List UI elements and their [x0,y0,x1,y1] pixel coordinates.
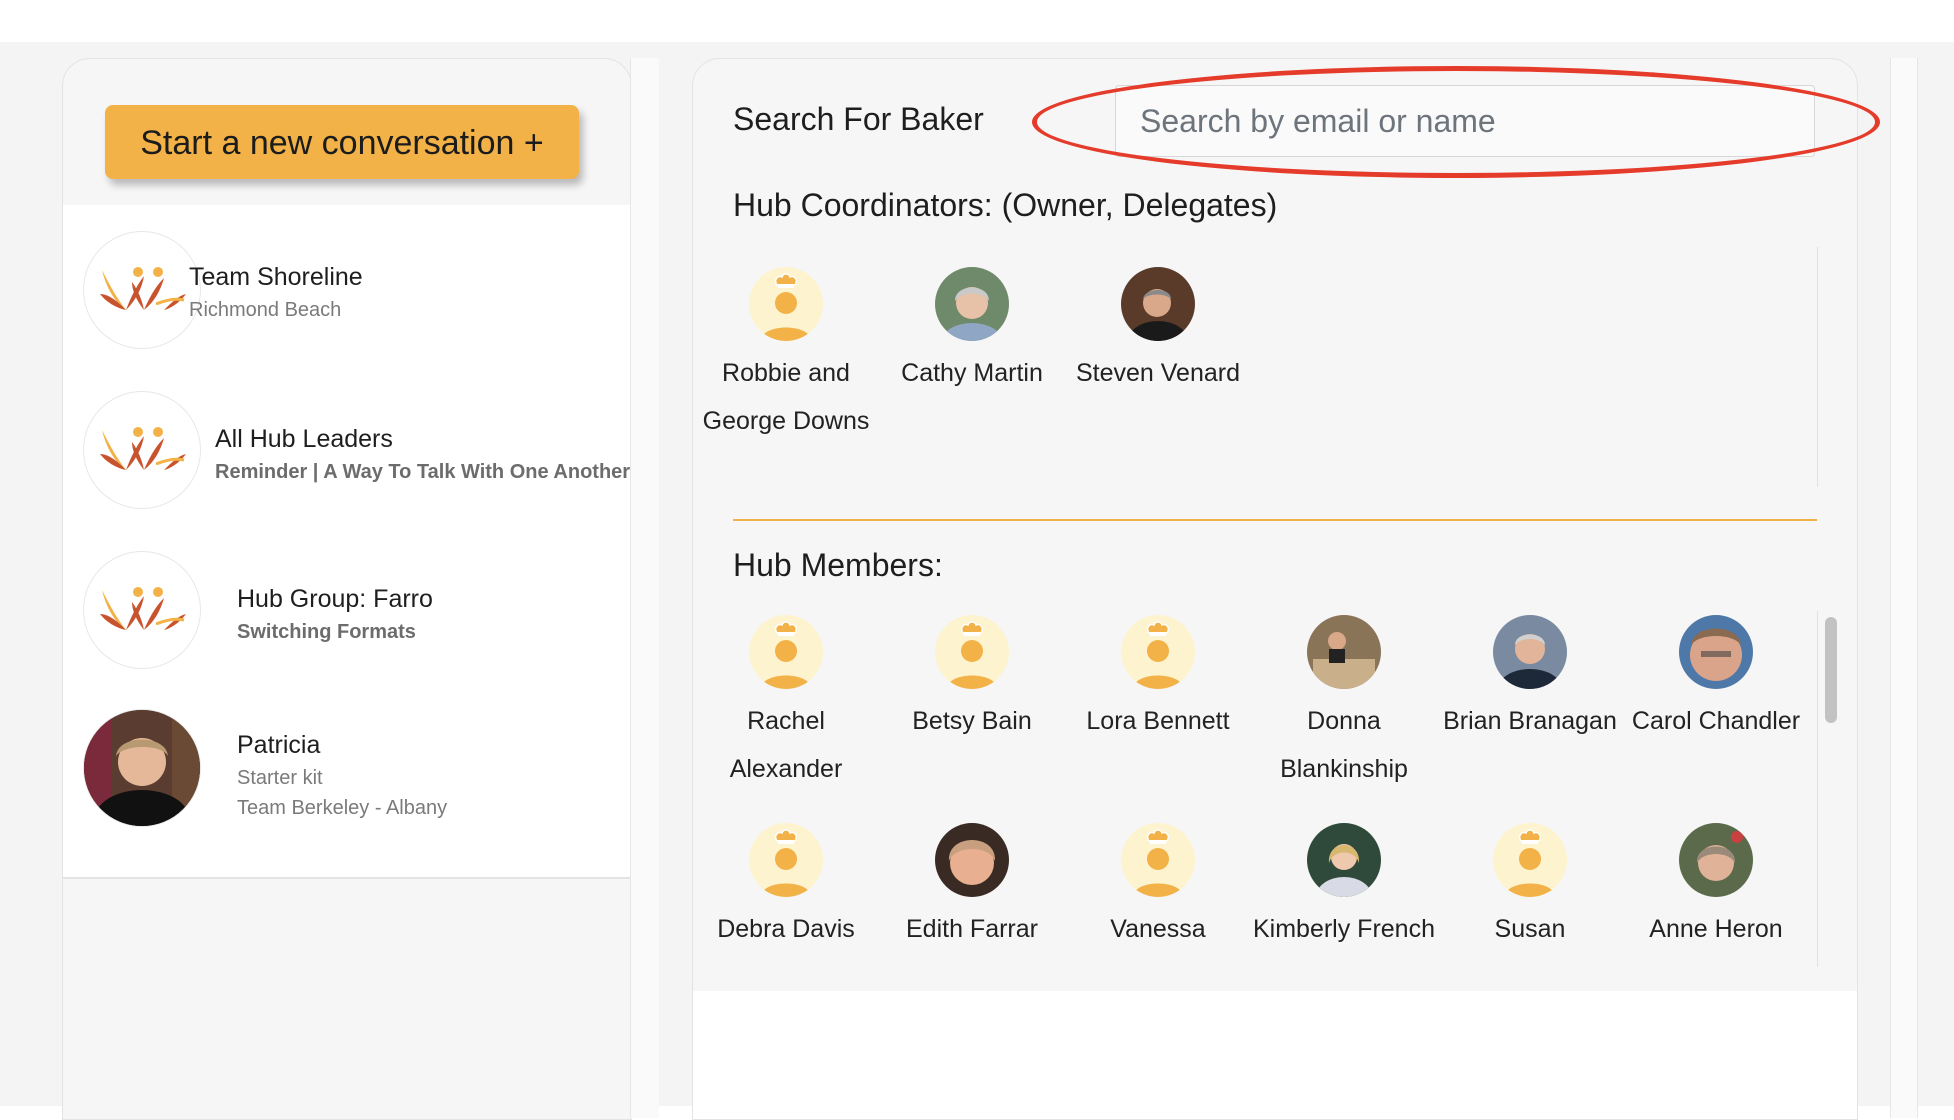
scrollbar-thumb[interactable] [1825,617,1837,723]
avatar [1307,615,1381,689]
avatar [1679,823,1753,897]
conversation-subtitle: Richmond Beach [189,299,342,321]
person-card[interactable]: Kimberly French [1251,823,1437,953]
avatar [1679,615,1753,689]
members-heading: Hub Members: [733,547,943,583]
person-card[interactable]: Rachel Alexander [693,615,879,793]
person-name: Edith Farrar [906,915,1038,943]
coordinators-heading: Hub Coordinators: (Owner, Delegates) [733,187,1278,223]
conversation-title: All Hub Leaders [215,425,393,453]
avatar [1493,615,1567,689]
coordinators-grid: Robbie and George Downs Cathy Martin Ste… [693,247,1817,495]
chef-icon [749,615,823,689]
chef-icon [749,267,823,341]
person-card[interactable]: Anne Heron [1623,823,1809,953]
hub-logo-icon [83,231,201,349]
conversation-item[interactable]: Hub Group: Farro Switching Formats [63,551,631,691]
chef-icon [1493,823,1567,897]
person-card[interactable]: Lora Bennett [1065,615,1251,745]
person-name: Steven Venard [1075,359,1240,387]
chef-icon [1121,823,1195,897]
start-new-conversation-button[interactable]: Start a new conversation + [105,105,579,179]
person-card[interactable]: Steven Venard [1065,267,1251,397]
avatar [1121,267,1195,341]
section-divider [733,519,1817,521]
person-name: Lora Bennett [1086,707,1230,735]
conversation-list: Team Shoreline Richmond Beach All Hub Le… [63,205,631,879]
person-name: Cathy Martin [901,359,1043,387]
person-card[interactable]: Betsy Bain [879,615,1065,745]
avatar [83,709,201,827]
person-card[interactable]: Brian Branagan [1437,615,1623,745]
person-card[interactable]: Cathy Martin [879,267,1065,397]
person-name: Anne Heron [1649,915,1783,943]
chef-icon [749,823,823,897]
search-label: Search For Baker [733,101,984,137]
conversation-team: Team Berkeley - Albany [237,797,448,819]
panel-gutter [1890,58,1918,1118]
person-name: Brian Branagan [1443,707,1617,735]
person-name: Vanessa Fonlason [1107,915,1210,967]
chef-icon [1121,615,1195,689]
person-name: Carol Chandler [1631,707,1801,735]
person-card[interactable]: Edith Farrar [879,823,1065,953]
conversation-item[interactable]: Team Shoreline Richmond Beach [63,231,631,371]
person-card[interactable]: Donna Blankinship [1251,615,1437,793]
conversation-item[interactable]: Patricia Starter kit Team Berkeley - Alb… [63,709,631,849]
search-input[interactable] [1115,85,1815,157]
panel-footer [693,991,1857,1119]
person-card[interactable]: Vanessa Fonlason [1065,823,1251,967]
avatar [935,267,1009,341]
person-name: Robbie and George Downs [702,359,870,435]
baker-search-panel: Search For Baker Hub Coordinators: (Owne… [692,58,1858,1120]
person-name: Susan Hayashida [1471,915,1589,967]
person-name: Donna Blankinship [1280,707,1408,783]
conversation-item[interactable]: All Hub Leaders Reminder | A Way To Talk… [63,391,631,531]
members-grid: Rachel Alexander Betsy Bain Lora Bennett… [693,607,1817,967]
person-card[interactable]: Carol Chandler [1623,615,1809,745]
person-card[interactable]: Debra Davis [693,823,879,953]
panel-gutter [630,58,659,1118]
conversations-panel: Start a new conversation + Team Shorelin… [62,58,632,1120]
avatar [1307,823,1381,897]
avatar [935,823,1009,897]
coordinators-scrollbar[interactable] [1817,247,1838,487]
person-name: Debra Davis [717,915,855,943]
conversation-title: Patricia [237,731,321,759]
person-name: Betsy Bain [912,707,1032,735]
conversation-subtitle: Starter kit [237,767,323,789]
conversation-subtitle: Switching Formats [237,621,416,643]
chef-icon [935,615,1009,689]
person-card[interactable]: Susan Hayashida [1437,823,1623,967]
hub-logo-icon [83,551,201,669]
conversation-title: Hub Group: Farro [237,585,433,613]
members-scrollbar[interactable] [1817,611,1842,967]
person-name: Kimberly French [1253,915,1435,943]
conversation-subtitle: Reminder | A Way To Talk With One Anothe… [215,461,631,483]
person-name: Rachel Alexander [729,707,843,783]
hub-logo-icon [83,391,201,509]
person-card[interactable]: Robbie and George Downs [693,267,879,445]
conversation-title: Team Shoreline [189,263,363,291]
